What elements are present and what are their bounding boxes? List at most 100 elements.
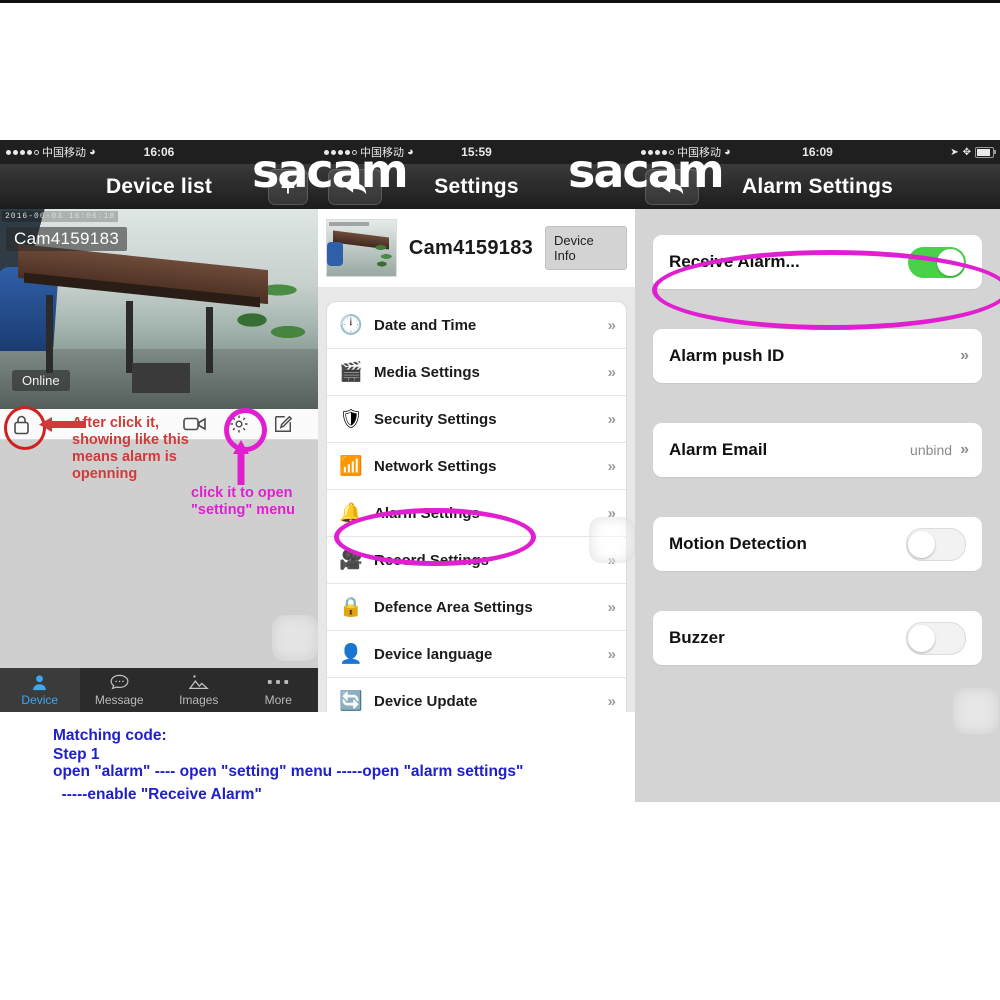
add-device-button[interactable]: + bbox=[268, 169, 308, 205]
settings-menu-list: 🕛 Date and Time » 🎬 Media Settings » 🛡 S… bbox=[326, 301, 627, 712]
back-button[interactable] bbox=[645, 169, 699, 205]
nav-bar-left: Device list + bbox=[0, 164, 318, 209]
row-control bbox=[908, 246, 966, 278]
video-camera-icon[interactable] bbox=[182, 413, 208, 435]
status-bar-left: 中国移动 ◕ 16:06 bbox=[0, 140, 318, 164]
status-time: 16:06 bbox=[143, 145, 175, 159]
menu-label: Date and Time bbox=[374, 316, 477, 334]
chat-bubble-icon bbox=[110, 673, 129, 691]
bottom-tab-bar: Device Message Images More bbox=[0, 668, 318, 712]
refresh-icon: 🔄 bbox=[339, 691, 363, 712]
screenshot-canvas: 中国移动 ◕ 16:06 Device list + 2016-06-03 16… bbox=[0, 0, 1000, 1000]
row-motion-detection[interactable]: Motion Detection bbox=[653, 517, 982, 571]
menu-item-network-settings[interactable]: 📶 Network Settings » bbox=[327, 443, 626, 490]
row-control bbox=[906, 621, 966, 655]
buzzer-toggle[interactable] bbox=[906, 621, 966, 655]
status-badge: Online bbox=[12, 370, 70, 391]
status-bar-right: 中国移动 ◕ 16:09 ➤ ✥ bbox=[635, 140, 1000, 164]
device-name: Cam4159183 bbox=[408, 236, 534, 259]
menu-label: Device Update bbox=[374, 692, 478, 710]
chevron-right-icon: » bbox=[607, 316, 616, 334]
tab-more[interactable]: More bbox=[239, 668, 319, 712]
thumb-plant bbox=[371, 240, 394, 270]
tab-device[interactable]: Device bbox=[0, 668, 80, 712]
menu-label: Alarm Settings bbox=[374, 504, 480, 522]
annotation-step-title: Matching code: bbox=[53, 727, 167, 744]
thumb-timestamp-bar bbox=[329, 222, 369, 226]
camcorder-icon: 🎥 bbox=[339, 550, 363, 571]
back-arrow-icon bbox=[343, 179, 367, 195]
alarm-email-value: unbind bbox=[910, 442, 953, 458]
tab-images-label: Images bbox=[179, 693, 219, 707]
thumb-chair bbox=[327, 242, 343, 266]
status-time: 15:59 bbox=[461, 145, 492, 159]
plus-icon: + bbox=[280, 172, 296, 202]
top-crop-bar-1 bbox=[0, 0, 318, 3]
gear-icon[interactable] bbox=[226, 411, 252, 437]
tab-message[interactable]: Message bbox=[80, 668, 160, 712]
menu-label: Security Settings bbox=[374, 410, 497, 428]
chevron-right-icon: » bbox=[960, 441, 969, 458]
menu-item-defence-area-settings[interactable]: 🔒 Defence Area Settings » bbox=[327, 584, 626, 631]
device-header: Cam4159183 Device Info bbox=[318, 209, 635, 287]
row-label: Alarm Email bbox=[669, 440, 768, 459]
menu-item-device-update[interactable]: 🔄 Device Update » bbox=[327, 678, 626, 712]
back-arrow-icon bbox=[660, 179, 684, 195]
page-title: Alarm Settings bbox=[742, 174, 893, 198]
video-desk-leg-3 bbox=[206, 307, 213, 373]
chevron-right-icon: » bbox=[607, 457, 616, 475]
antenna-icon: 📶 bbox=[339, 456, 363, 477]
menu-label: Device language bbox=[374, 645, 493, 663]
row-label: Receive Alarm... bbox=[669, 252, 800, 271]
row-control bbox=[906, 527, 966, 561]
video-equipment-box bbox=[132, 363, 190, 393]
user-speech-icon: 👤 bbox=[339, 644, 363, 665]
row-buzzer[interactable]: Buzzer bbox=[653, 611, 982, 665]
chevron-right-icon: » bbox=[960, 347, 969, 364]
row-receive-alarm[interactable]: Receive Alarm... bbox=[653, 235, 982, 289]
annotation-step-body-2: -----enable "Receive Alarm" bbox=[53, 786, 262, 803]
person-icon bbox=[31, 673, 48, 691]
chevron-right-icon: » bbox=[607, 645, 616, 663]
edit-pencil-icon[interactable] bbox=[270, 412, 296, 436]
menu-item-device-language[interactable]: 👤 Device language » bbox=[327, 631, 626, 678]
camera-live-preview[interactable]: 2016-06-03 16:06:18 Cam4159183 Online bbox=[0, 209, 318, 409]
device-info-button[interactable]: Device Info bbox=[545, 226, 627, 270]
row-alarm-push-id[interactable]: Alarm push ID » bbox=[653, 329, 982, 383]
alarm-settings-screen: 中国移动 ◕ 16:09 ➤ ✥ Alarm Settings Receive … bbox=[635, 140, 1000, 802]
row-control: unbind » bbox=[910, 441, 969, 459]
device-list-screen: 中国移动 ◕ 16:06 Device list + 2016-06-03 16… bbox=[0, 140, 318, 712]
nav-bar-mid: Settings bbox=[318, 164, 635, 209]
annotation-step-body-1: open "alarm" ---- open "setting" menu --… bbox=[53, 763, 524, 780]
back-button[interactable] bbox=[328, 169, 382, 205]
menu-label: Record Settings bbox=[374, 551, 490, 569]
shield-icon: 🛡 bbox=[338, 409, 364, 430]
receive-alarm-toggle[interactable] bbox=[908, 246, 966, 278]
clock-icon: 🕛 bbox=[339, 315, 363, 336]
chevron-right-icon: » bbox=[607, 692, 616, 710]
menu-item-alarm-settings[interactable]: 🔔 Alarm Settings » bbox=[327, 490, 626, 537]
menu-label: Defence Area Settings bbox=[374, 598, 533, 616]
menu-item-date-and-time[interactable]: 🕛 Date and Time » bbox=[327, 302, 626, 349]
alarm-settings-list: Receive Alarm... Alarm push ID » Alarm E… bbox=[635, 209, 1000, 665]
tab-device-label: Device bbox=[21, 693, 59, 707]
row-label: Motion Detection bbox=[669, 534, 807, 553]
tab-images[interactable]: Images bbox=[159, 668, 239, 712]
lock-icon[interactable] bbox=[8, 411, 34, 437]
page-title: Settings bbox=[434, 174, 519, 198]
menu-item-record-settings[interactable]: 🎥 Record Settings » bbox=[327, 537, 626, 584]
nav-bar-right: Alarm Settings bbox=[635, 164, 1000, 209]
device-thumbnail[interactable] bbox=[326, 219, 397, 277]
status-time: 16:09 bbox=[802, 145, 833, 159]
motion-detection-toggle[interactable] bbox=[906, 527, 966, 561]
row-alarm-email[interactable]: Alarm Email unbind » bbox=[653, 423, 982, 477]
watermark-square-right bbox=[953, 688, 999, 734]
menu-item-security-settings[interactable]: 🛡 Security Settings » bbox=[327, 396, 626, 443]
row-label: Alarm push ID bbox=[669, 346, 785, 365]
chevron-right-icon: » bbox=[607, 363, 616, 381]
bell-icon: 🔔 bbox=[339, 503, 363, 524]
menu-item-media-settings[interactable]: 🎬 Media Settings » bbox=[327, 349, 626, 396]
tab-more-label: More bbox=[264, 693, 292, 707]
menu-label: Media Settings bbox=[374, 363, 480, 381]
video-desk-leg-1 bbox=[46, 295, 53, 373]
